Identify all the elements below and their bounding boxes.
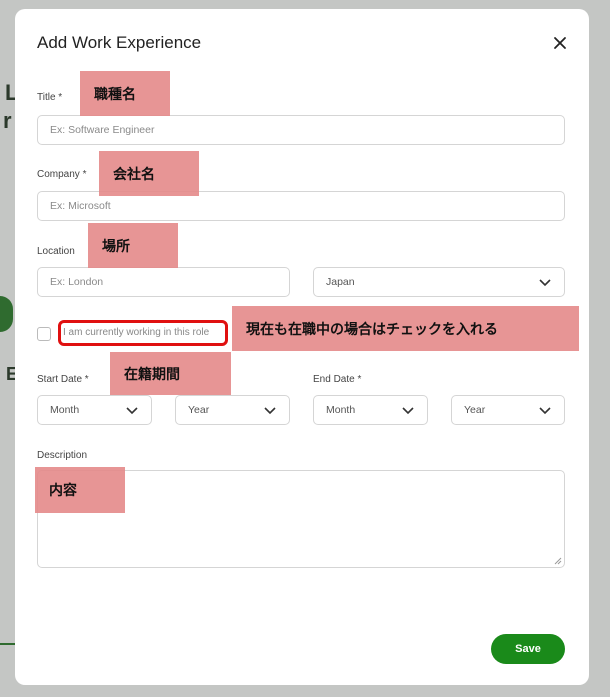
annotation-period: 在籍期間 <box>110 352 231 395</box>
end-date-label: End Date * <box>313 374 362 385</box>
modal-title: Add Work Experience <box>37 33 202 52</box>
title-input[interactable] <box>37 115 565 145</box>
chevron-down-icon <box>539 279 551 287</box>
annotation-title: 職種名 <box>80 71 170 116</box>
start-date-label: Start Date * <box>37 374 89 385</box>
location-label: Location <box>37 246 75 257</box>
resize-handle-icon[interactable] <box>552 555 562 565</box>
chevron-down-icon <box>126 407 138 415</box>
chevron-down-icon <box>264 407 276 415</box>
current-role-checkbox[interactable] <box>37 327 51 341</box>
end-month-select[interactable]: Month <box>313 395 428 425</box>
background-divider <box>0 643 15 645</box>
background-green-button <box>0 296 13 332</box>
start-month-select[interactable]: Month <box>37 395 152 425</box>
current-role-label[interactable]: I am currently working in this role <box>58 320 228 346</box>
background-text-fragment: r <box>3 108 12 133</box>
end-month-value: Month <box>326 404 356 416</box>
country-select[interactable]: Japan <box>313 267 565 297</box>
annotation-description: 内容 <box>35 467 125 513</box>
end-year-select[interactable]: Year <box>451 395 565 425</box>
country-select-value: Japan <box>326 276 355 288</box>
chevron-down-icon <box>539 407 551 415</box>
company-label: Company * <box>37 169 87 180</box>
close-icon[interactable] <box>550 33 570 53</box>
location-input[interactable] <box>37 267 290 297</box>
start-month-value: Month <box>50 404 80 416</box>
description-label: Description <box>37 450 88 461</box>
annotation-company: 会社名 <box>99 151 199 196</box>
end-year-value: Year <box>464 404 486 416</box>
annotation-current-role: 現在も在職中の場合はチェックを入れる <box>232 306 579 351</box>
start-year-value: Year <box>188 404 210 416</box>
start-year-select[interactable]: Year <box>175 395 290 425</box>
save-button[interactable]: Save <box>491 634 565 664</box>
chevron-down-icon <box>402 407 414 415</box>
title-label: Title * <box>37 92 63 103</box>
annotation-location: 場所 <box>88 223 178 268</box>
